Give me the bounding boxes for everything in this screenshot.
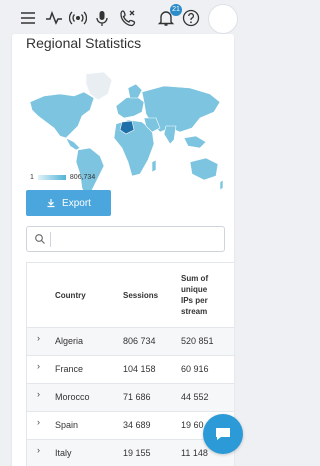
cell-ips: 44 552 — [181, 392, 209, 402]
expand-chevron-icon[interactable]: › — [37, 445, 40, 455]
card-title: Regional Statistics — [26, 35, 142, 51]
avatar[interactable] — [208, 4, 238, 34]
cell-country: Morocco — [55, 392, 90, 402]
cell-ips: 520 851 — [181, 336, 214, 346]
world-map[interactable] — [24, 66, 224, 206]
cell-sessions: 71 686 — [123, 392, 151, 402]
chat-button[interactable] — [203, 414, 243, 454]
cell-sessions: 19 155 — [123, 448, 151, 458]
map-southeast-asia — [183, 135, 207, 149]
export-button[interactable]: Export — [26, 190, 111, 216]
table-header: Country Sessions Sum of unique IPs per s… — [27, 263, 234, 327]
map-new-zealand — [219, 179, 224, 191]
map-madagascar — [151, 159, 157, 173]
cell-country: France — [55, 364, 84, 374]
cell-ips: 11 148 — [181, 448, 208, 458]
chat-icon — [216, 428, 230, 440]
search-icon — [35, 234, 45, 244]
table-row[interactable]: › Algeria 806 734 520 851 — [27, 327, 234, 355]
expand-chevron-icon[interactable]: › — [37, 361, 40, 371]
notification-bell-icon[interactable]: 21 — [156, 4, 182, 28]
map-north-america — [29, 91, 95, 139]
download-icon — [47, 199, 55, 208]
cell-country: Algeria — [55, 336, 84, 346]
map-europe — [115, 95, 145, 119]
legend-min: 1 — [30, 174, 34, 181]
missed-call-icon[interactable] — [118, 8, 138, 28]
map-india — [163, 125, 177, 145]
help-icon[interactable] — [181, 8, 201, 28]
search-input[interactable] — [26, 226, 225, 252]
table-row[interactable]: › France 104 158 60 916 — [27, 355, 234, 383]
column-header-sum-ips[interactable]: Sum of unique IPs per stream — [181, 273, 221, 317]
cell-sessions: 806 734 — [123, 336, 156, 346]
cell-ips: 19 60 — [181, 420, 204, 430]
menu-icon[interactable] — [18, 8, 38, 28]
map-australia — [189, 157, 219, 181]
cell-ips: 60 916 — [181, 364, 209, 374]
map-scandinavia — [127, 83, 143, 99]
export-label: Export — [62, 197, 91, 209]
cell-country: Italy — [55, 448, 72, 458]
legend-gradient — [37, 175, 66, 180]
table-row[interactable]: › Morocco 71 686 44 552 — [27, 383, 234, 411]
legend-max: 806,734 — [69, 174, 96, 181]
regional-statistics-card: Regional Statistics 1 806,734 Export Cou… — [12, 34, 234, 466]
table-row[interactable]: › Italy 19 155 11 148 — [27, 439, 234, 466]
cell-sessions: 104 158 — [123, 364, 156, 374]
cell-country: Spain — [55, 420, 79, 430]
column-header-country[interactable]: Country — [55, 291, 86, 300]
expand-chevron-icon[interactable]: › — [37, 417, 40, 427]
activity-icon[interactable] — [44, 8, 64, 28]
broadcast-icon[interactable] — [68, 8, 88, 28]
expand-chevron-icon[interactable]: › — [37, 389, 40, 399]
map-central-america — [65, 137, 81, 151]
cell-sessions: 34 689 — [123, 420, 151, 430]
map-legend: 1 806,734 — [30, 174, 95, 181]
search-divider — [50, 232, 51, 247]
column-header-sessions[interactable]: Sessions — [123, 291, 158, 300]
expand-chevron-icon[interactable]: › — [37, 333, 40, 343]
microphone-icon[interactable] — [92, 8, 112, 28]
